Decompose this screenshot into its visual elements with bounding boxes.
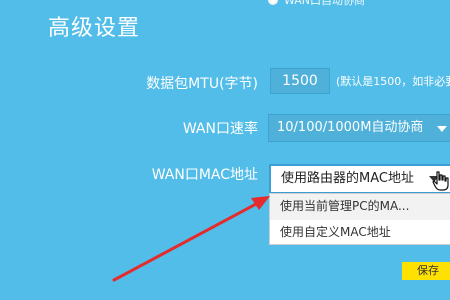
wan-mac-label: WAN口MAC地址	[151, 167, 258, 183]
wan-speed-select[interactable]: 10/100/1000M自动协商	[268, 114, 450, 142]
wan-speed-selected: 10/100/1000M自动协商	[277, 120, 424, 135]
mtu-hint: (默认是1500，如非必要，	[336, 75, 450, 88]
radio-icon[interactable]	[268, 0, 278, 5]
chevron-down-icon	[437, 126, 447, 132]
mtu-label: 数据包MTU(字节)	[146, 76, 258, 92]
top-radio-option[interactable]: WAN口自动协商	[268, 0, 450, 7]
wan-mac-selected: 使用路由器的MAC地址	[281, 171, 414, 186]
dropdown-option-current-pc-mac[interactable]: 使用当前管理PC的MA...	[270, 194, 450, 220]
mtu-input[interactable]: 1500	[270, 68, 330, 94]
wan-mac-dropdown: 使用当前管理PC的MA... 使用自定义MAC地址	[269, 193, 450, 245]
dropdown-option-custom-mac[interactable]: 使用自定义MAC地址	[270, 220, 450, 246]
wan-speed-label: WAN口速率	[182, 121, 258, 137]
top-radio-label: WAN口自动协商	[284, 0, 366, 7]
annotation-arrow-icon	[112, 196, 270, 282]
wan-mac-select[interactable]: 使用路由器的MAC地址	[269, 164, 450, 194]
save-button[interactable]: 保存	[402, 262, 450, 280]
page-title: 高级设置	[48, 16, 141, 41]
hand-cursor-icon	[432, 171, 449, 191]
